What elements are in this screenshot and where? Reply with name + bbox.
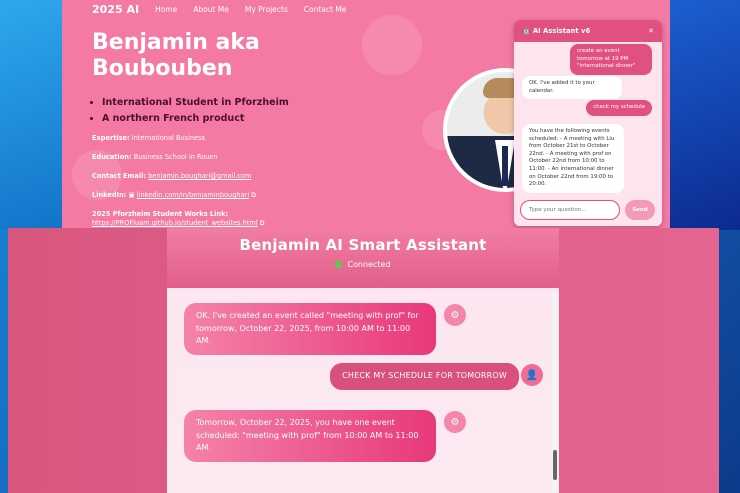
decor-bubble <box>362 15 422 75</box>
expertise-label: Expertise: <box>92 134 130 142</box>
chat-message-bot: Tomorrow, October 22, 2025, you have one… <box>184 410 436 462</box>
bullet-item: A northern French product <box>102 111 289 127</box>
assistant-app: Benjamin AI Smart Assistant Connected OK… <box>167 228 559 493</box>
desktop-background-right <box>670 0 740 230</box>
widget-header: 🤖 AI Assistant v6 ✕ <box>514 20 662 42</box>
connection-status: Connected <box>167 260 559 269</box>
chat-panel: OK. I've created an event called "meetin… <box>167 288 559 493</box>
widget-title: AI Assistant v6 <box>532 27 591 35</box>
navbar: 2025 AI Home About Me My Projects Contac… <box>62 0 670 18</box>
email-link[interactable]: benjamin.boughari@gmail.com <box>148 172 251 180</box>
hero-title: Benjamin aka Boubouben <box>92 30 260 81</box>
widget-message-user: create an event tomorrow at 19 PM "inter… <box>570 44 652 75</box>
nav-projects[interactable]: My Projects <box>245 5 288 14</box>
app-title: Benjamin AI Smart Assistant <box>239 236 487 254</box>
robot-icon: ⚙ <box>444 304 466 326</box>
robot-icon: 🤖 <box>522 27 531 35</box>
info-block: Expertise: International Business Educat… <box>92 134 352 228</box>
bullet-list: International Student in Pforzheim A nor… <box>102 95 289 127</box>
app-header: Benjamin AI Smart Assistant Connected <box>167 228 559 288</box>
external-link-icon: ⧉ <box>251 191 257 199</box>
works-label: 2025 Pforzheim Student Works Link: <box>92 210 229 218</box>
send-button[interactable]: Send <box>625 200 655 220</box>
widget-message-bot: OK. I've added it to your calendar. <box>522 76 622 100</box>
education-value: Business School in Rouen <box>133 153 218 161</box>
widget-input[interactable]: Type your question... <box>520 200 620 220</box>
education-label: Education: <box>92 153 132 161</box>
chat-message-user: CHECK MY SCHEDULE FOR TOMORROW <box>330 363 519 390</box>
widget-footer: Type your question... Send <box>514 194 662 226</box>
status-text: Connected <box>347 260 391 269</box>
close-icon[interactable]: ✕ <box>648 27 654 35</box>
brand-logo[interactable]: 2025 AI <box>92 3 139 16</box>
bullet-item: International Student in Pforzheim <box>102 95 289 111</box>
nav-home[interactable]: Home <box>155 5 177 14</box>
linkedin-label: LinkedIn: <box>92 191 127 199</box>
works-link[interactable]: https://PROFluam.github.io/student_websi… <box>92 219 258 227</box>
desktop-background-left <box>0 0 62 230</box>
chat-scrollbar-thumb[interactable] <box>553 450 557 480</box>
nav-about[interactable]: About Me <box>193 5 229 14</box>
linkedin-link[interactable]: linkedin.com/in/benjaminboughari <box>137 191 249 199</box>
chat-message-bot: OK. I've created an event called "meetin… <box>184 303 436 355</box>
email-label: Contact Email: <box>92 172 147 180</box>
widget-message-user: check my schedule <box>586 100 652 116</box>
user-avatar-icon: 👤 <box>521 364 543 386</box>
expertise-value: International Business <box>131 134 206 142</box>
widget-message-bot: You have the following events scheduled:… <box>522 124 624 193</box>
status-dot-icon <box>335 261 343 268</box>
chat-widget: 🤖 AI Assistant v6 ✕ create an event tomo… <box>514 20 662 226</box>
nav-contact[interactable]: Contact Me <box>304 5 347 14</box>
widget-messages: create an event tomorrow at 19 PM "inter… <box>514 42 662 194</box>
linkedin-icon: ▣ <box>128 191 135 199</box>
external-link-icon: ⧉ <box>259 219 265 227</box>
robot-icon: ⚙ <box>444 411 466 433</box>
